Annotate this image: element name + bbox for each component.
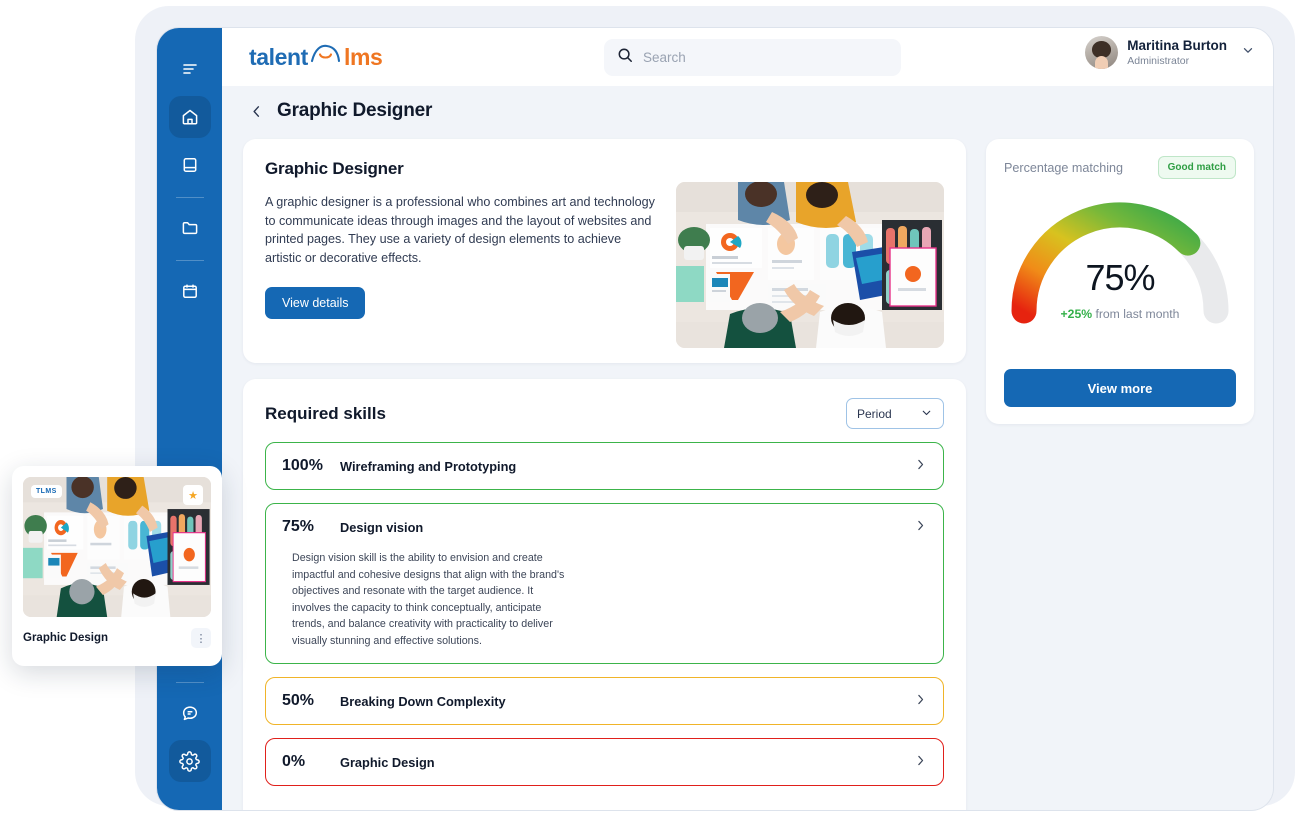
gauge-value: 75% — [1085, 257, 1155, 298]
logo-text-lms: lms — [343, 44, 383, 70]
search-placeholder: Search — [643, 50, 686, 65]
chevron-right-icon[interactable] — [914, 693, 927, 709]
hero-photo-composition — [676, 182, 944, 348]
talentlms-logo[interactable]: talent lms — [249, 43, 383, 71]
hero-image — [676, 182, 944, 348]
folder-icon — [180, 218, 200, 238]
page-content: Graphic Designer Graphic Designer A grap… — [222, 86, 1273, 810]
sidebar-divider — [175, 260, 204, 261]
sidebar-divider — [175, 682, 204, 683]
status-badge: Good match — [1157, 156, 1236, 179]
skills-title: Required skills — [265, 403, 386, 423]
skill-name: Wireframing and Prototyping — [340, 458, 517, 474]
sidebar-item-menu[interactable] — [169, 48, 211, 90]
chevron-right-icon[interactable] — [914, 754, 927, 770]
profile-name: Maritina Burton — [1127, 38, 1227, 54]
gauge-delta-suffix: from last month — [1092, 307, 1180, 321]
sidebar-item-settings[interactable] — [168, 740, 211, 782]
search-icon — [617, 47, 633, 68]
skill-item[interactable]: 75% Design vision Design vision skill is t… — [265, 503, 944, 665]
sidebar-item-calendar[interactable] — [169, 270, 211, 312]
gauge-delta: +25% from last month — [1004, 307, 1236, 321]
sidebar-item-messages[interactable] — [169, 692, 211, 734]
avatar — [1085, 36, 1119, 69]
skill-row[interactable]: 0% Graphic Design — [282, 739, 927, 785]
skill-description: Design vision skill is the ability to en… — [292, 552, 565, 647]
sidebar — [157, 28, 222, 810]
skill-row[interactable]: 100% Wireframing and Prototyping — [282, 443, 927, 489]
skill-row[interactable]: 75% Design vision — [282, 504, 927, 550]
profile-menu[interactable]: Maritina Burton Administrator — [1085, 36, 1255, 69]
gear-icon — [179, 750, 200, 772]
chevron-right-icon[interactable] — [914, 519, 927, 535]
chat-icon — [180, 703, 200, 723]
gauge-header: Percentage matching Good match — [1004, 156, 1236, 179]
skill-percent: 75% — [282, 518, 315, 535]
skill-name: Design vision — [340, 519, 424, 535]
skill-percent: 50% — [282, 692, 315, 710]
hero-title: Graphic Designer — [265, 159, 404, 178]
sidebar-divider — [175, 197, 204, 198]
profile-role: Administrator — [1127, 54, 1190, 67]
course-thumbnail: TLMS ★ — [23, 477, 211, 617]
skill-row[interactable]: 50% Breaking Down Complexity — [282, 678, 927, 724]
gauge-svg — [1011, 202, 1229, 324]
calendar-icon — [180, 281, 200, 301]
course-title: Graphic Design — [23, 632, 108, 644]
skill-name: Graphic Design — [340, 754, 435, 770]
breadcrumb: Graphic Designer — [222, 86, 1273, 132]
home-icon — [180, 107, 200, 127]
skills-header: Required skills Period — [265, 398, 944, 429]
skill-list: 100% Wireframing and Prototyping 75% Design… — [265, 442, 944, 787]
job-overview-card: Graphic Designer A graphic designer is a… — [243, 139, 966, 363]
book-icon — [180, 155, 200, 175]
search-input[interactable]: Search — [604, 39, 901, 76]
period-dropdown[interactable]: Period — [846, 398, 944, 429]
period-label: Period — [857, 406, 892, 421]
cloud-smile-logo-icon — [309, 43, 343, 71]
percentage-matching-card: Percentage matching Good match 75% +25% … — [986, 139, 1254, 424]
gauge-label: Percentage matching — [1004, 160, 1124, 175]
sidebar-item-files[interactable] — [169, 207, 211, 249]
profile-text: Maritina Burton Administrator — [1127, 38, 1227, 67]
top-header: talent lms Search Maritina Burton Admini… — [222, 28, 1273, 86]
menu-icon — [180, 59, 200, 79]
sidebar-item-courses[interactable] — [169, 144, 211, 186]
skill-item[interactable]: 0% Graphic Design — [265, 738, 944, 787]
skill-item[interactable]: 100% Wireframing and Prototyping — [265, 442, 944, 490]
view-more-button[interactable]: View more — [1004, 369, 1236, 407]
page-title: Graphic Designer — [277, 100, 433, 121]
course-card-footer: Graphic Design ⋮ — [23, 628, 211, 648]
chevron-down-icon[interactable] — [1241, 43, 1255, 62]
skill-item[interactable]: 50% Breaking Down Complexity — [265, 677, 944, 726]
chevron-right-icon[interactable] — [914, 458, 927, 474]
required-skills-card: Required skills Period 100% Wireframing a… — [243, 379, 966, 810]
view-details-button[interactable]: View details — [265, 286, 366, 319]
skill-name: Breaking Down Complexity — [340, 693, 506, 709]
star-icon[interactable]: ★ — [183, 485, 203, 505]
logo-text-talent: talent — [249, 44, 308, 70]
kebab-menu-icon[interactable]: ⋮ — [191, 628, 211, 648]
hero-description: A graphic designer is a professional who… — [265, 195, 655, 265]
course-card[interactable]: TLMS ★ Graphic Design ⋮ — [12, 466, 222, 666]
gauge-chart: 75% +25% from last month — [1004, 185, 1236, 325]
course-badge: TLMS — [31, 485, 62, 498]
skill-percent: 100% — [282, 457, 323, 474]
chevron-down-icon — [920, 406, 933, 422]
sidebar-item-home[interactable] — [168, 96, 211, 138]
chevron-left-icon[interactable] — [249, 104, 264, 119]
skill-percent: 0% — [282, 753, 306, 771]
gauge-delta-value: +25% — [1060, 307, 1093, 321]
